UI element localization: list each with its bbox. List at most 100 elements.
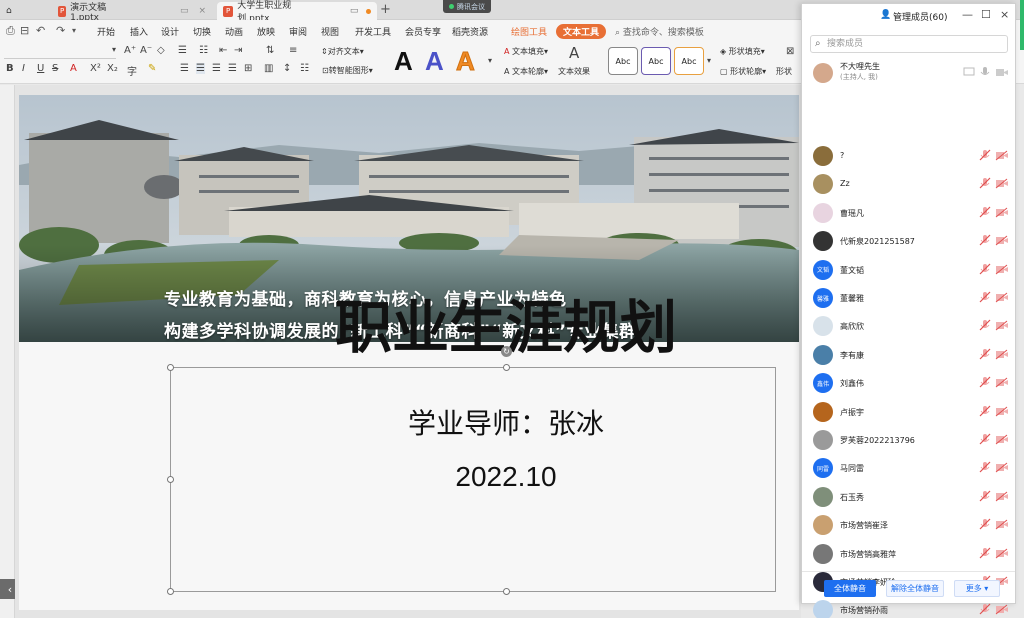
clear-format-icon[interactable]: ◇ bbox=[157, 45, 165, 56]
superscript-icon[interactable]: X² bbox=[90, 63, 101, 74]
resize-handle[interactable] bbox=[167, 476, 174, 483]
camera-off-icon[interactable] bbox=[995, 462, 1009, 473]
font-name-dropdown[interactable] bbox=[4, 47, 116, 59]
italic-icon[interactable]: I bbox=[22, 63, 25, 74]
shape-fill-button[interactable]: ◈ 形状填充▾ bbox=[720, 46, 765, 57]
menu-design[interactable]: 设计 bbox=[161, 25, 179, 38]
bullet-list-icon[interactable]: ☰ bbox=[178, 45, 187, 56]
increase-indent-icon[interactable]: ⇥ bbox=[234, 45, 242, 56]
unmute-all-button[interactable]: 解除全体静音 bbox=[886, 580, 944, 597]
muted-microphone-icon[interactable] bbox=[979, 149, 991, 161]
menu-review[interactable]: 审阅 bbox=[289, 25, 307, 38]
member-row[interactable]: 馨雅 董馨雅 bbox=[802, 284, 1015, 312]
camera-off-icon[interactable] bbox=[995, 434, 1009, 445]
camera-off-icon[interactable] bbox=[995, 519, 1009, 530]
shape-style-purple[interactable]: Abc bbox=[641, 47, 671, 75]
member-row[interactable]: 卢振宇 bbox=[802, 398, 1015, 426]
align-center-icon[interactable]: ☰ bbox=[196, 63, 205, 74]
camera-off-icon[interactable] bbox=[995, 264, 1009, 275]
rotate-handle-icon[interactable]: ↻ bbox=[501, 346, 512, 357]
menu-home[interactable]: 开始 bbox=[97, 25, 115, 38]
camera-off-icon[interactable] bbox=[995, 320, 1009, 331]
more-shape-styles-icon[interactable]: ▾ bbox=[707, 56, 711, 65]
mute-all-button[interactable]: 全体静音 bbox=[824, 580, 876, 597]
member-row[interactable]: 市场营销崔泽 bbox=[802, 511, 1015, 539]
member-row[interactable]: 市场营销高雅萍 bbox=[802, 540, 1015, 568]
phonetic-icon[interactable]: 字 bbox=[127, 63, 137, 78]
menu-animation[interactable]: 动画 bbox=[225, 25, 243, 38]
line-spacing-2-icon[interactable]: ☷ bbox=[300, 63, 309, 74]
camera-off-icon[interactable] bbox=[995, 349, 1009, 360]
print-icon[interactable]: ⎙ bbox=[6, 24, 15, 38]
menu-view[interactable]: 视图 bbox=[321, 25, 339, 38]
camera-off-icon[interactable] bbox=[995, 406, 1009, 417]
maximize-icon[interactable]: ☐ bbox=[981, 8, 991, 21]
muted-microphone-icon[interactable] bbox=[979, 376, 991, 388]
menu-slideshow[interactable]: 放映 bbox=[257, 25, 275, 38]
preview-icon[interactable]: ⊟ bbox=[20, 24, 29, 37]
decrease-indent-icon[interactable]: ⇤ bbox=[219, 45, 227, 56]
add-tab-icon[interactable]: + bbox=[380, 2, 391, 17]
text-style-blue-icon[interactable]: A bbox=[425, 46, 444, 77]
menu-insert[interactable]: 插入 bbox=[130, 25, 148, 38]
column-icon[interactable]: ▥ bbox=[264, 63, 273, 74]
muted-microphone-icon[interactable] bbox=[979, 177, 991, 189]
tab-career-plan[interactable]: P 大学生职业规划.pptx ▭ bbox=[217, 1, 377, 24]
close-tab-icon[interactable]: × bbox=[198, 6, 206, 16]
menu-transition[interactable]: 切换 bbox=[193, 25, 211, 38]
close-icon[interactable]: × bbox=[1000, 8, 1009, 21]
resize-handle[interactable] bbox=[503, 588, 510, 595]
member-row[interactable]: 鑫伟 刘鑫伟 bbox=[802, 369, 1015, 397]
text-style-orange-icon[interactable]: A bbox=[456, 46, 476, 77]
text-style-black-icon[interactable]: A bbox=[394, 46, 413, 77]
muted-microphone-icon[interactable] bbox=[979, 433, 991, 445]
muted-microphone-icon[interactable] bbox=[979, 603, 991, 615]
camera-off-icon[interactable] bbox=[995, 604, 1009, 615]
home-tab[interactable]: ⌂ bbox=[0, 2, 14, 20]
paragraph-spacing-icon[interactable]: ↕ bbox=[283, 63, 291, 74]
subscript-icon[interactable]: X₂ bbox=[107, 63, 118, 74]
muted-microphone-icon[interactable] bbox=[979, 263, 991, 275]
muted-microphone-icon[interactable] bbox=[979, 490, 991, 502]
font-color-icon[interactable]: A bbox=[70, 63, 77, 74]
camera-off-icon[interactable] bbox=[995, 150, 1009, 161]
member-row-host[interactable]: 不大哩先生 (主持人, 我) bbox=[802, 59, 1015, 87]
camera-off-icon[interactable] bbox=[995, 207, 1009, 218]
align-text-button[interactable]: ⇕对齐文本▾ bbox=[321, 46, 364, 57]
menu-drawing-tools[interactable]: 绘图工具 bbox=[511, 25, 547, 38]
text-fill-button[interactable]: A 文本填充▾ bbox=[504, 46, 548, 57]
line-spacing-icon[interactable]: ≡ bbox=[289, 45, 297, 56]
camera-off-icon[interactable] bbox=[995, 548, 1009, 559]
resize-handle[interactable] bbox=[167, 588, 174, 595]
highlight-icon[interactable]: ✎ bbox=[148, 63, 156, 74]
minimize-icon[interactable]: — bbox=[962, 8, 973, 21]
muted-microphone-icon[interactable] bbox=[979, 461, 991, 473]
microphone-icon[interactable] bbox=[979, 66, 991, 78]
member-search-input[interactable]: ⌕ 搜索成员 bbox=[810, 35, 1008, 53]
shape-more-button[interactable]: 形状 bbox=[776, 66, 792, 77]
camera-off-icon[interactable] bbox=[995, 235, 1009, 246]
text-direction-icon[interactable]: ⇅ bbox=[266, 45, 274, 56]
muted-microphone-icon[interactable] bbox=[979, 518, 991, 530]
numbered-list-icon[interactable]: ☷ bbox=[199, 45, 208, 56]
text-effect-button[interactable]: 文本效果 bbox=[558, 66, 590, 77]
camera-off-icon[interactable] bbox=[995, 377, 1009, 388]
member-row[interactable]: 文韬 董文韬 bbox=[802, 256, 1015, 284]
align-left-icon[interactable]: ☰ bbox=[180, 63, 189, 74]
undo-icon[interactable]: ↶ bbox=[36, 24, 45, 37]
shape-style-orange[interactable]: Abc bbox=[674, 47, 704, 75]
tencent-meeting-badge[interactable]: 腾讯会议 bbox=[443, 0, 491, 13]
bold-icon[interactable]: B bbox=[6, 63, 14, 74]
member-row[interactable]: 李有康 bbox=[802, 341, 1015, 369]
align-right-icon[interactable]: ☰ bbox=[212, 63, 221, 74]
member-row[interactable]: 高欣欣 bbox=[802, 312, 1015, 340]
strikethrough-icon[interactable]: S bbox=[52, 63, 58, 74]
member-row[interactable]: ? bbox=[802, 142, 1015, 170]
camera-off-icon[interactable] bbox=[995, 491, 1009, 502]
tab-monitor-icon[interactable]: ▭ bbox=[180, 6, 189, 16]
muted-microphone-icon[interactable] bbox=[979, 206, 991, 218]
muted-microphone-icon[interactable] bbox=[979, 348, 991, 360]
member-row[interactable]: 石玉秀 bbox=[802, 483, 1015, 511]
picture-icon[interactable]: ⊠ bbox=[786, 46, 794, 57]
member-row[interactable]: 同雷 马同雷 bbox=[802, 454, 1015, 482]
